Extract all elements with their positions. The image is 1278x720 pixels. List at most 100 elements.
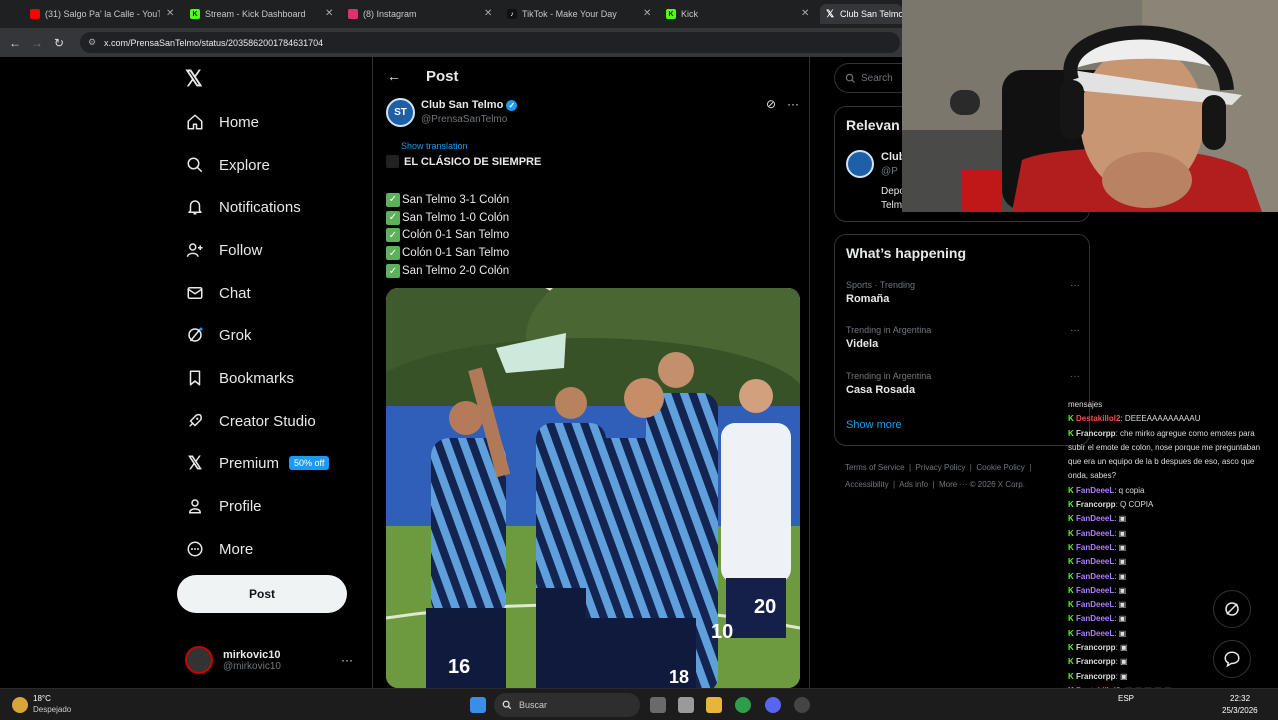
- footer-copyright: © 2026 X Corp.: [969, 480, 1025, 489]
- clock-date[interactable]: 25/3/2026: [1222, 706, 1258, 715]
- chat-username[interactable]: FanDeeeL: [1076, 529, 1114, 538]
- avatar[interactable]: [846, 150, 874, 178]
- chat-username[interactable]: Francorpp: [1076, 672, 1116, 681]
- sidebar-item-chat[interactable]: Chat: [185, 278, 251, 308]
- back-icon[interactable]: ←: [4, 36, 26, 50]
- windows-start-icon[interactable]: [470, 697, 486, 713]
- grok-float-button[interactable]: [1213, 590, 1251, 628]
- sidebar-item-label: Notifications: [219, 198, 301, 216]
- post-button[interactable]: Post: [177, 575, 347, 613]
- footer-link[interactable]: Terms of Service: [845, 463, 905, 472]
- footer-link[interactable]: Privacy Policy: [916, 463, 966, 472]
- store-icon[interactable]: [678, 697, 694, 713]
- chat-username[interactable]: FanDeeeL: [1076, 557, 1114, 566]
- language-indicator[interactable]: ESP: [1118, 694, 1134, 703]
- sidebar-item-profile[interactable]: Profile: [185, 491, 262, 521]
- browser-tab[interactable]: K Stream - Kick Dashboard: [190, 4, 330, 24]
- more-dots-icon[interactable]: ···: [1070, 280, 1080, 291]
- footer-link[interactable]: Accessibility: [845, 480, 889, 489]
- chat-text: : ▣: [1114, 600, 1127, 610]
- chat-username[interactable]: FanDeeeL: [1076, 572, 1114, 581]
- messages-float-button[interactable]: [1213, 640, 1251, 678]
- browser-tab-active[interactable]: 𝕏 Club San Telmo o: [820, 4, 902, 24]
- sidebar-item-notifications[interactable]: Notifications: [185, 192, 301, 222]
- chat-username[interactable]: FanDeeeL: [1076, 614, 1114, 623]
- chat-username[interactable]: FanDeeeL: [1076, 543, 1114, 552]
- close-tab-icon[interactable]: ✕: [325, 8, 333, 19]
- chat-bubble-icon: [1224, 651, 1240, 668]
- reload-icon[interactable]: ↻: [48, 36, 70, 50]
- x-logo-icon[interactable]: 𝕏: [185, 66, 203, 92]
- sidebar-item-creator-studio[interactable]: Creator Studio: [185, 406, 316, 436]
- weather-temp[interactable]: 18°C: [33, 694, 51, 703]
- chat-username[interactable]: Francorpp: [1076, 657, 1116, 666]
- file-explorer-icon[interactable]: [706, 697, 722, 713]
- site-info-icon[interactable]: ⚙: [88, 37, 96, 48]
- chat-message: mensajes: [1068, 398, 1278, 412]
- chat-username[interactable]: FanDeeeL: [1076, 629, 1114, 638]
- taskbar-search[interactable]: Buscar: [494, 693, 640, 717]
- back-arrow-icon[interactable]: ←: [387, 68, 401, 84]
- browser-tab[interactable]: (8) Instagram: [348, 4, 488, 24]
- browser-tab[interactable]: ♪ TikTok - Make Your Day: [507, 4, 647, 24]
- sidebar-item-bookmarks[interactable]: Bookmarks: [185, 363, 294, 393]
- author-name[interactable]: Club San Telmo ✓: [421, 99, 518, 111]
- clock-time[interactable]: 22:32: [1230, 694, 1250, 703]
- weather-desc[interactable]: Despejado: [33, 705, 71, 714]
- url-field[interactable]: ⚙ x.com/PrensaSanTelmo/status/2035862001…: [80, 32, 900, 53]
- chat-username[interactable]: FanDeeeL: [1076, 586, 1114, 595]
- account-switcher[interactable]: mirkovic10 @mirkovic10 ···: [185, 640, 365, 680]
- chat-username[interactable]: Francorpp: [1076, 500, 1116, 509]
- author-handle[interactable]: @PrensaSanTelmo: [421, 114, 507, 125]
- close-tab-icon[interactable]: ✕: [166, 8, 174, 19]
- url-text: x.com/PrensaSanTelmo/status/203586200178…: [104, 37, 324, 48]
- show-more-link[interactable]: Show more: [846, 419, 902, 431]
- chat-username[interactable]: Destakillol2: [1076, 414, 1120, 423]
- chat-username[interactable]: FanDeeeL: [1076, 514, 1114, 523]
- trend-item[interactable]: Sports · Trending Romaña ···: [846, 280, 1080, 305]
- footer-link[interactable]: Cookie Policy: [976, 463, 1024, 472]
- more-dots-icon[interactable]: ···: [1070, 371, 1080, 382]
- result-text: San Telmo 2-0 Colón: [402, 265, 510, 278]
- footer-link[interactable]: Ads info: [899, 480, 928, 489]
- grok-icon[interactable]: ⊘: [766, 97, 776, 111]
- tweet-photo[interactable]: 16 10 20 18: [386, 288, 800, 688]
- browser-tab[interactable]: (31) Salgo Pa' la Calle - YouTub: [30, 4, 160, 24]
- chat-username[interactable]: FanDeeeL: [1076, 600, 1114, 609]
- search-placeholder: Search: [861, 72, 893, 84]
- chrome-icon[interactable]: [735, 697, 751, 713]
- browser-tab[interactable]: K Kick: [666, 4, 806, 24]
- sidebar-item-label: Profile: [219, 497, 262, 515]
- author-avatar[interactable]: ST: [386, 98, 415, 127]
- chat-username[interactable]: Francorpp: [1076, 429, 1116, 438]
- close-tab-icon[interactable]: ✕: [801, 8, 809, 19]
- trend-item[interactable]: Trending in Argentina Videla ···: [846, 325, 1080, 350]
- chat-message: K Francorpp: ▣: [1068, 670, 1278, 684]
- result-line: ✓ Colón 0-1 San Telmo: [386, 244, 509, 262]
- obs-icon[interactable]: [794, 697, 810, 713]
- forward-icon[interactable]: →: [26, 36, 48, 50]
- sidebar-item-more[interactable]: More: [185, 534, 253, 564]
- chat-username[interactable]: Francorpp: [1076, 643, 1116, 652]
- trend-item[interactable]: Trending in Argentina Casa Rosada ···: [846, 371, 1080, 396]
- sidebar-item-follow[interactable]: Follow: [185, 235, 262, 265]
- youtube-icon: [30, 9, 40, 19]
- sidebar-item-premium[interactable]: 𝕏 Premium 50% off: [185, 448, 330, 478]
- x-icon: 𝕏: [825, 8, 835, 20]
- sidebar-item-explore[interactable]: Explore: [185, 150, 270, 180]
- chat-text: : ▣: [1114, 628, 1127, 638]
- close-tab-icon[interactable]: ✕: [484, 8, 492, 19]
- weather-icon[interactable]: [12, 697, 28, 713]
- result-line: ✓ San Telmo 1-0 Colón: [386, 209, 509, 227]
- footer-link[interactable]: More ···: [939, 480, 967, 489]
- sidebar-item-home[interactable]: Home: [185, 107, 259, 137]
- task-view-icon[interactable]: [650, 697, 666, 713]
- more-dots-icon[interactable]: ···: [1070, 325, 1080, 336]
- show-translation-link[interactable]: Show translation: [401, 141, 468, 151]
- more-dots-icon[interactable]: ···: [341, 653, 353, 667]
- sidebar-item-grok[interactable]: Grok: [185, 320, 252, 350]
- chat-username[interactable]: FanDeeeL: [1076, 486, 1114, 495]
- discord-icon[interactable]: [765, 697, 781, 713]
- close-tab-icon[interactable]: ✕: [643, 8, 651, 19]
- more-dots-icon[interactable]: ···: [787, 97, 799, 111]
